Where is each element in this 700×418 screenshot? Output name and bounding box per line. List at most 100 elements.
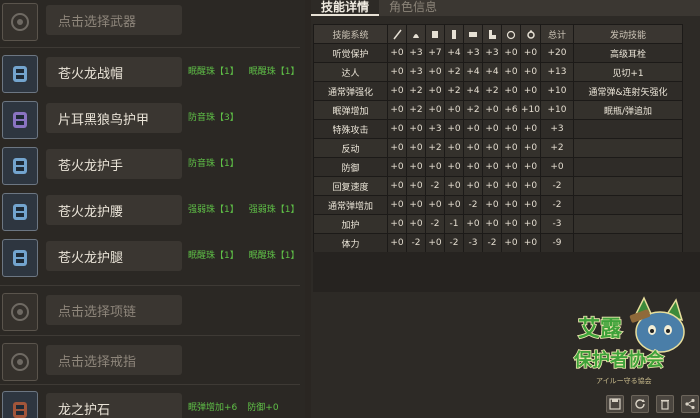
decoration-label: 眠醒珠【1】 (188, 251, 239, 261)
skill-point: +3 (406, 43, 426, 63)
skill-point: -2 (482, 233, 502, 253)
skill-row[interactable]: 防御 +0 +0 +0 +0 +0 +0 +0 +0 +0 (313, 157, 683, 177)
equip-icon-frame[interactable] (2, 391, 38, 418)
skill-row[interactable]: 体力 +0 -2 +0 -2 -3 -2 +0 +0 -9 (313, 233, 683, 253)
skill-point: +0 (387, 119, 407, 139)
header-skill-system: 技能系统 (313, 24, 388, 44)
skill-row[interactable]: 特殊攻击 +0 +0 +3 +0 +0 +0 +0 +0 +3 (313, 119, 683, 139)
equip-icon-frame[interactable] (2, 55, 38, 93)
equip-slot-charm[interactable]: 龙之护石 眠弹增加+6 防御+0 (0, 388, 305, 418)
skill-point: +0 (463, 214, 483, 234)
skill-name: 回复速度 (313, 176, 388, 196)
skill-point: +0 (501, 176, 521, 196)
equip-name[interactable]: 片耳黑狼鸟护甲 (46, 103, 182, 133)
equip-slot-weapon[interactable]: 点击选择武器 (0, 0, 305, 46)
save-button[interactable] (606, 395, 624, 413)
equip-icon-frame[interactable] (2, 193, 38, 231)
equip-icon-frame[interactable] (2, 147, 38, 185)
skill-name: 特殊攻击 (313, 119, 388, 139)
tab-skill-details[interactable]: 技能详情 (311, 0, 380, 16)
equip-slot-waist[interactable]: 苍火龙护腰 强弱珠【1】 强弱珠【1】 (0, 190, 305, 236)
header-part-4 (463, 24, 483, 44)
skill-row[interactable]: 通常弹强化 +0 +2 +0 +2 +4 +2 +0 +0 +10 通常弹&连射矢强化 (313, 81, 683, 101)
activated-skill: 见切+1 (573, 62, 683, 82)
equip-icon-frame[interactable] (2, 101, 38, 139)
skill-name: 通常弹强化 (313, 81, 388, 101)
equip-slot-ring[interactable]: 点击选择戒指 (0, 340, 305, 386)
header-part-2 (425, 24, 445, 44)
skill-row[interactable]: 回复速度 +0 +0 -2 +0 +0 +0 +0 +0 -2 (313, 176, 683, 196)
divider (0, 285, 300, 286)
skill-point: +3 (463, 43, 483, 63)
helm-icon (13, 66, 27, 82)
skill-point: +0 (406, 119, 426, 139)
decoration-list: 防音珠【3】 (188, 110, 249, 123)
skill-row[interactable]: 听觉保护 +0 +3 +7 +4 +3 +3 +0 +0 +20 高级耳栓 (313, 43, 683, 63)
skill-point: +0 (482, 214, 502, 234)
refresh-button[interactable] (631, 395, 649, 413)
skill-point: +2 (425, 138, 445, 158)
equip-name[interactable]: 龙之护石 (46, 393, 182, 418)
skill-point: +0 (444, 176, 464, 196)
skill-point: +0 (444, 138, 464, 158)
skill-row[interactable]: 眠弹增加 +0 +2 +0 +0 +2 +0 +6 +10 +10 眠瓶/弹追加 (313, 100, 683, 120)
equip-name[interactable]: 点击选择武器 (46, 5, 182, 35)
skill-point: +3 (425, 119, 445, 139)
skill-point: +0 (520, 119, 541, 139)
refresh-icon (635, 399, 645, 409)
equip-slot-necklace[interactable]: 点击选择项链 (0, 290, 305, 336)
skill-row[interactable]: 达人 +0 +3 +0 +2 +4 +4 +0 +0 +13 见切+1 (313, 62, 683, 82)
activated-skill: 眠瓶/弹追加 (573, 100, 683, 120)
equip-icon-frame[interactable] (2, 343, 38, 381)
header-part-0 (387, 24, 407, 44)
skill-point: +0 (387, 176, 407, 196)
skill-point: +0 (501, 195, 521, 215)
equip-name[interactable]: 苍火龙护腰 (46, 195, 182, 225)
skill-point: +0 (425, 81, 445, 101)
activated-skill (573, 233, 683, 253)
charm-icon (13, 402, 27, 418)
share-button[interactable] (681, 395, 699, 413)
divider (0, 384, 300, 385)
skill-point: +0 (501, 233, 521, 253)
skill-point: +0 (406, 138, 426, 158)
skill-name: 听觉保护 (313, 43, 388, 63)
equip-slot-legs[interactable]: 苍火龙护腿 眠醒珠【1】 眠醒珠【1】 (0, 236, 305, 282)
equip-name[interactable]: 苍火龙护腿 (46, 241, 182, 271)
skill-point: +0 (463, 157, 483, 177)
skill-point: +2 (463, 100, 483, 120)
skill-point: +0 (482, 195, 502, 215)
skill-row[interactable]: 加护 +0 +0 -2 -1 +0 +0 +0 +0 -3 (313, 214, 683, 234)
decoration-label: 眠弹增加+6 (188, 403, 238, 413)
skill-point: +7 (425, 43, 445, 63)
skill-point: +0 (501, 62, 521, 82)
equip-icon-frame[interactable] (2, 293, 38, 331)
skill-point: +0 (387, 43, 407, 63)
skill-point: +0 (387, 214, 407, 234)
skill-point: +0 (444, 100, 464, 120)
equip-icon-frame[interactable] (2, 239, 38, 277)
equip-name[interactable]: 苍火龙战帽 (46, 57, 182, 87)
activated-skill (573, 176, 683, 196)
skill-point: +2 (444, 81, 464, 101)
activated-skill (573, 119, 683, 139)
chest-armor-icon (13, 112, 27, 128)
skill-point: +0 (406, 176, 426, 196)
skill-point: +0 (482, 100, 502, 120)
skill-point: +0 (425, 157, 445, 177)
equip-name[interactable]: 点击选择戒指 (46, 345, 182, 375)
equip-name[interactable]: 苍火龙护手 (46, 149, 182, 179)
skill-row[interactable]: 反动 +0 +0 +2 +0 +0 +0 +0 +0 +2 (313, 138, 683, 158)
logo-caption: アイルー守る協会 (596, 377, 652, 385)
equip-slot-arms[interactable]: 苍火龙护手 防音珠【1】 (0, 144, 305, 190)
equip-slot-chest[interactable]: 片耳黑狼鸟护甲 防音珠【3】 (0, 98, 305, 144)
skill-point: +0 (425, 100, 445, 120)
equip-icon-frame[interactable] (2, 3, 38, 41)
logo-title-line1: 艾露 (578, 317, 623, 342)
skill-row[interactable]: 通常弹增加 +0 +0 +0 +0 -2 +0 +0 +0 -2 (313, 195, 683, 215)
equip-name[interactable]: 点击选择项链 (46, 295, 182, 325)
skill-total: +3 (540, 119, 574, 139)
equip-slot-head[interactable]: 苍火龙战帽 眠醒珠【1】 眠醒珠【1】 (0, 52, 305, 98)
delete-button[interactable] (656, 395, 674, 413)
tab-character-info[interactable]: 角色信息 (379, 0, 447, 16)
